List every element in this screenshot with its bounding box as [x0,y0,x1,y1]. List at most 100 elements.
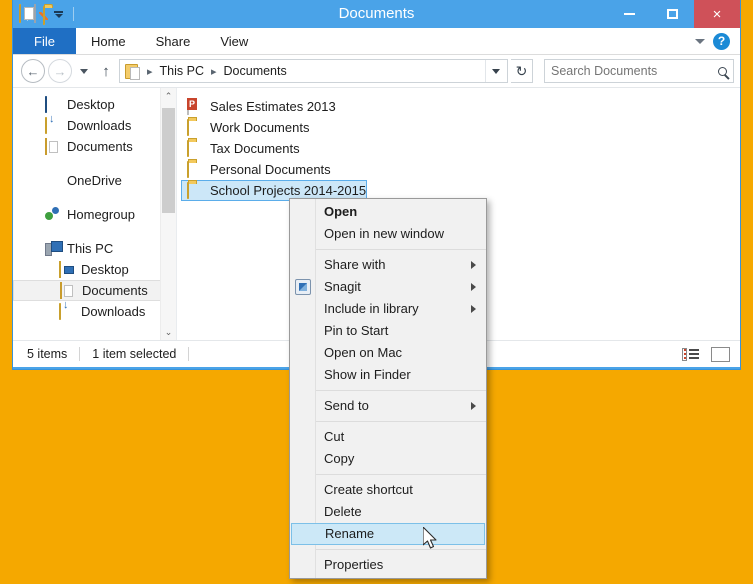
sidebar-item-this-pc-downloads[interactable]: Downloads [13,301,176,322]
tab-file[interactable]: File [13,28,76,54]
sidebar-item-label: Documents [82,283,148,298]
large-icons-view-button[interactable] [711,346,730,362]
search-input[interactable] [551,64,714,78]
sidebar-item-this-pc-documents[interactable]: Documents [13,280,170,301]
title-bar: Documents × [13,0,740,28]
sidebar-item-label: OneDrive [67,173,122,188]
menu-item-copy[interactable]: Copy [290,448,486,470]
back-button[interactable]: ← [21,59,45,83]
sidebar-item-label: Downloads [67,118,132,133]
list-item[interactable]: Tax Documents [181,138,300,159]
tab-home[interactable]: Home [76,28,141,54]
up-button[interactable]: ↑ [96,59,116,83]
folder-icon [187,118,203,136]
downloads-folder-icon [45,116,61,134]
menu-item-label: Share with [324,257,386,272]
breadcrumb[interactable]: ▸ This PC ▸ Documents [119,59,508,83]
help-icon[interactable]: ? [713,32,730,50]
maximize-button[interactable] [651,0,694,28]
menu-item-share-with[interactable]: Share with [290,254,486,276]
powerpoint-file-icon [187,97,203,115]
menu-item-create-shortcut[interactable]: Create shortcut [290,479,486,501]
menu-item-rename[interactable]: Rename [291,523,485,545]
qat-divider-2 [73,7,74,21]
window-controls: × [608,0,740,28]
sidebar-item-homegroup[interactable]: Homegroup [13,204,176,225]
submenu-arrow-icon [471,283,476,291]
address-dropdown-button[interactable] [485,60,505,82]
forward-button[interactable]: → [48,59,72,83]
list-item[interactable]: Personal Documents [181,159,331,180]
file-name: School Projects 2014-2015 [210,183,367,198]
menu-item-open-in-new-window[interactable]: Open in new window [290,223,486,245]
tab-share[interactable]: Share [141,28,206,54]
downloads-folder-icon [59,302,75,320]
documents-library-icon[interactable] [19,4,21,23]
sidebar-item-onedrive[interactable]: OneDrive [13,170,176,191]
submenu-arrow-icon [471,305,476,313]
sidebar-item-label: Homegroup [67,207,135,222]
menu-item-open-on-mac[interactable]: Open on Mac [290,342,486,364]
chevron-down-icon[interactable] [695,38,705,44]
menu-item-include-in-library[interactable]: Include in library [290,298,486,320]
desktop-folder-icon [59,260,75,278]
breadcrumb-this-pc[interactable]: This PC [159,64,205,78]
sidebar-item-label: This PC [67,241,114,256]
menu-item-pin-to-start[interactable]: Pin to Start [290,320,486,342]
menu-item-open[interactable]: Open [290,201,486,223]
sidebar-item-this-pc[interactable]: This PC [13,238,176,259]
file-name: Tax Documents [210,141,300,156]
file-name: Sales Estimates 2013 [210,99,336,114]
menu-separator [290,549,486,550]
list-item[interactable]: Work Documents [181,117,309,138]
close-button[interactable]: × [694,0,740,28]
refresh-button[interactable]: ↻ [511,59,533,83]
quick-access-toolbar [13,0,76,28]
navigation-scrollbar[interactable]: ⌃ ⌄ [160,88,176,340]
menu-item-properties[interactable]: Properties [290,554,486,576]
documents-folder-icon [45,137,61,155]
list-item[interactable]: Sales Estimates 2013 [181,96,336,117]
item-count-label: 5 items [27,347,68,361]
nav-group-gap-3 [13,225,176,238]
selection-label: 1 item selected [92,347,177,361]
details-view-button[interactable] [682,347,700,361]
address-bar: ← → ↑ ▸ This PC ▸ Documents ↻ [13,55,740,87]
sidebar-item-label: Desktop [81,262,129,277]
new-document-icon[interactable] [34,4,36,23]
sidebar-item-label: Documents [67,139,133,154]
scrollbar-thumb[interactable] [162,108,175,213]
menu-item-label: Snagit [324,279,361,294]
breadcrumb-documents[interactable]: Documents [223,64,288,78]
ribbon-right-controls: ? [695,28,736,54]
search-icon[interactable] [718,66,727,76]
sidebar-item-desktop[interactable]: Desktop [13,94,176,115]
scroll-up-icon[interactable]: ⌃ [161,88,176,104]
search-box[interactable] [544,59,734,83]
customize-quick-access-caret-icon[interactable] [54,10,63,18]
menu-item-snagit[interactable]: Snagit [290,276,486,298]
scroll-down-icon[interactable]: ⌄ [161,324,176,340]
breadcrumb-folder-icon [125,63,140,80]
breadcrumb-separator-1: ▸ [210,65,217,78]
ribbon-tab-bar: File Home Share View ? [13,28,740,55]
tab-view[interactable]: View [205,28,263,54]
sidebar-item-downloads[interactable]: Downloads [13,115,176,136]
cloud-icon [45,173,61,189]
properties-folder-icon[interactable] [43,5,45,25]
status-divider [79,347,81,361]
sidebar-item-label: Downloads [81,304,146,319]
folder-icon [187,139,203,157]
menu-item-show-in-finder[interactable]: Show in Finder [290,364,486,386]
monitor-icon [45,95,61,113]
sidebar-item-label: Desktop [67,97,115,112]
menu-item-send-to[interactable]: Send to [290,395,486,417]
recent-locations-button[interactable] [75,59,93,83]
minimize-button[interactable] [608,0,651,28]
sidebar-item-this-pc-desktop[interactable]: Desktop [13,259,176,280]
menu-item-cut[interactable]: Cut [290,426,486,448]
submenu-arrow-icon [471,261,476,269]
breadcrumb-separator-0: ▸ [147,65,153,78]
menu-item-delete[interactable]: Delete [290,501,486,523]
sidebar-item-documents[interactable]: Documents [13,136,176,157]
